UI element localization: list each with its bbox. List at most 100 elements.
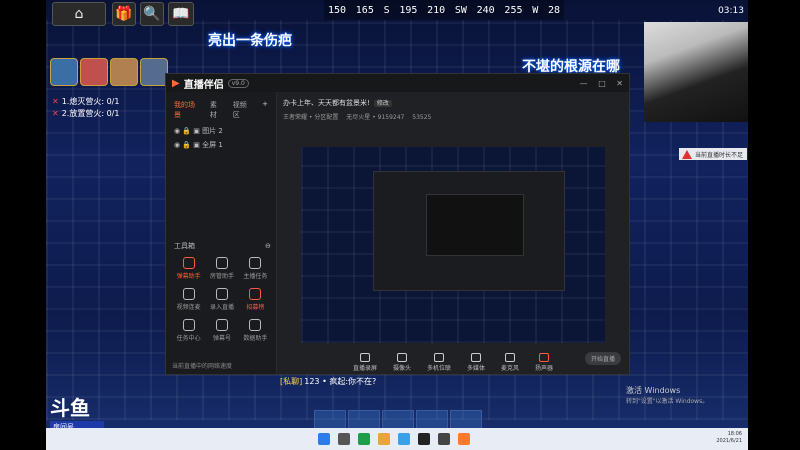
store-icon[interactable] xyxy=(398,433,410,445)
compass-mark: 165 xyxy=(355,4,374,16)
nested-preview xyxy=(373,171,565,291)
start-icon[interactable] xyxy=(318,433,330,445)
room-title-row: 办卡上年、天天都有盆景米! 修改 xyxy=(277,92,629,110)
folder-icon[interactable] xyxy=(378,433,390,445)
add-scene-button[interactable]: + xyxy=(262,100,268,120)
app-icon[interactable] xyxy=(438,433,450,445)
quest-item: ✕ 2.放置营火: 0/1 xyxy=(52,108,119,119)
home-button[interactable]: ⌂ xyxy=(52,2,106,26)
compass-mark: S xyxy=(383,4,390,16)
gift-icon: 🎁 xyxy=(115,6,133,22)
chat-tag: [私聊] xyxy=(280,377,303,386)
data-icon xyxy=(249,319,262,331)
logo-name: 斗鱼 xyxy=(50,396,90,420)
toolbox-minus-icon[interactable]: ⊖ xyxy=(265,242,271,250)
stream-preview[interactable] xyxy=(301,147,605,343)
system-tray[interactable]: 18:06 2021/6/21 xyxy=(716,431,742,445)
compass-mark: 195 xyxy=(399,4,418,16)
hero-portrait[interactable] xyxy=(140,58,168,86)
compass-mark: 28 xyxy=(547,4,560,16)
scene-item[interactable]: ◉ 🔒 ▣ 图片 2 xyxy=(166,124,276,138)
scene-label: 图片 2 xyxy=(202,127,223,135)
room-meta: 王者荣耀 • 分区配置 无尽火星 • 9159247 53525 xyxy=(277,110,629,123)
search-icon[interactable] xyxy=(338,433,350,445)
tool-item[interactable]: 主播任务 xyxy=(239,257,272,280)
scene-item[interactable]: ◉ 🔒 ▣ 全屏 1 xyxy=(166,138,276,152)
bottom-tool-label: 麦克风 xyxy=(501,364,520,372)
tool-item[interactable]: 弹幕号 xyxy=(205,319,238,342)
app-version: v9.0 xyxy=(227,78,249,88)
maximize-icon[interactable]: □ xyxy=(598,79,606,88)
tool-item[interactable]: 视频连麦 xyxy=(172,288,205,311)
tool-item[interactable]: 数据助手 xyxy=(239,319,272,342)
hero-portrait[interactable] xyxy=(110,58,138,86)
overlay-text-left: 亮出一条伤疤 xyxy=(208,33,292,49)
hotbar-slot[interactable] xyxy=(348,410,380,430)
tab-materials[interactable]: 素材 xyxy=(210,100,223,120)
app-logo-icon: ▶ xyxy=(172,77,180,89)
quest-text: 1.熄灭营火: 0/1 xyxy=(61,97,120,106)
hero-portrait[interactable] xyxy=(50,58,78,86)
start-live-button[interactable]: 开始直播 xyxy=(585,352,621,365)
hotbar-slot[interactable] xyxy=(416,410,448,430)
app-title: 直播伴侣 xyxy=(183,79,224,91)
browser-icon[interactable] xyxy=(358,433,370,445)
mic-button[interactable]: 麦克风 xyxy=(501,352,520,372)
quest-mark: ✕ xyxy=(52,109,59,118)
tool-item[interactable]: 弹幕助手 xyxy=(172,257,205,280)
chat-line: [私聊] 123 • 疯起:你不在? xyxy=(280,376,376,387)
admin-icon xyxy=(215,257,228,269)
compass-bar: 150 165 S 195 210 SW 240 255 W 28 xyxy=(324,0,564,20)
tab-scenes[interactable]: 我的场景 xyxy=(174,100,200,120)
taskbar: 18:06 2021/6/21 xyxy=(46,428,748,450)
camera-button[interactable]: 摄像头 xyxy=(392,352,411,372)
close-icon[interactable]: ✕ xyxy=(616,79,623,88)
hotbar-slot[interactable] xyxy=(382,410,414,430)
tool-label: 数据助手 xyxy=(243,335,268,342)
video-link-icon xyxy=(182,288,195,300)
streaming-app-window: ▶ 直播伴侣 v9.0 — □ ✕ 我的场景 素材 视频区 + ◉ 🔒 ▣ 图片… xyxy=(165,73,630,375)
gift-button[interactable]: 🎁 xyxy=(112,2,136,26)
tool-label: 招募榜 xyxy=(246,304,265,311)
qq-icon[interactable] xyxy=(418,433,430,445)
mic-icon xyxy=(505,352,516,362)
compass-mark: 210 xyxy=(427,4,446,16)
bottom-tool-label: 多机位联 xyxy=(426,364,451,372)
hero-portrait[interactable] xyxy=(80,58,108,86)
bottom-tool-label: 摄像头 xyxy=(392,364,411,372)
search-icon: 🔍 xyxy=(143,6,161,22)
live-app-icon[interactable] xyxy=(458,433,470,445)
scene-label: 全屏 1 xyxy=(202,141,223,149)
tool-item[interactable]: 任务中心 xyxy=(172,319,205,342)
game-clock: 03:13 xyxy=(718,6,744,16)
taskbar-date: 2021/6/21 xyxy=(716,438,742,444)
room-title: 办卡上年、天天都有盆景米! xyxy=(283,99,370,107)
tool-item[interactable]: 录入直播 xyxy=(205,288,238,311)
meta-category: 王者荣耀 • 分区配置 xyxy=(283,114,339,121)
quest-text: 2.放置营火: 0/1 xyxy=(61,109,120,118)
speaker-button[interactable]: 扬声器 xyxy=(535,352,554,372)
multi-cam-button[interactable]: 多机位联 xyxy=(426,352,451,372)
hotbar-slot[interactable] xyxy=(314,410,346,430)
screen-record-button[interactable]: 直播录屏 xyxy=(352,352,377,372)
tool-label: 房管助手 xyxy=(209,273,234,280)
quest-item: ✕ 1.熄灭营火: 0/1 xyxy=(52,96,119,107)
chat-text: 123 • 疯起:你不在? xyxy=(304,377,377,386)
record-icon xyxy=(215,288,228,300)
danmu-number-icon xyxy=(215,319,228,331)
minimize-icon[interactable]: — xyxy=(580,79,588,88)
media-button[interactable]: 多媒体 xyxy=(467,352,485,372)
bottom-tool-label: 扬声器 xyxy=(535,364,554,372)
bottom-tool-label: 直播录屏 xyxy=(352,364,377,372)
tool-label: 任务中心 xyxy=(176,335,201,342)
book-button[interactable]: 📖 xyxy=(168,2,194,26)
window-controls: — □ ✕ xyxy=(580,79,623,88)
compass-mark: 255 xyxy=(504,4,523,16)
tool-item[interactable]: 房管助手 xyxy=(205,257,238,280)
edit-room-button[interactable]: 修改 xyxy=(373,100,392,107)
compass-mark: 150 xyxy=(328,4,347,16)
search-button[interactable]: 🔍 xyxy=(140,2,164,26)
tab-video[interactable]: 视频区 xyxy=(233,100,252,120)
hotbar-slot[interactable] xyxy=(450,410,482,430)
tool-item[interactable]: 招募榜 xyxy=(239,288,272,311)
